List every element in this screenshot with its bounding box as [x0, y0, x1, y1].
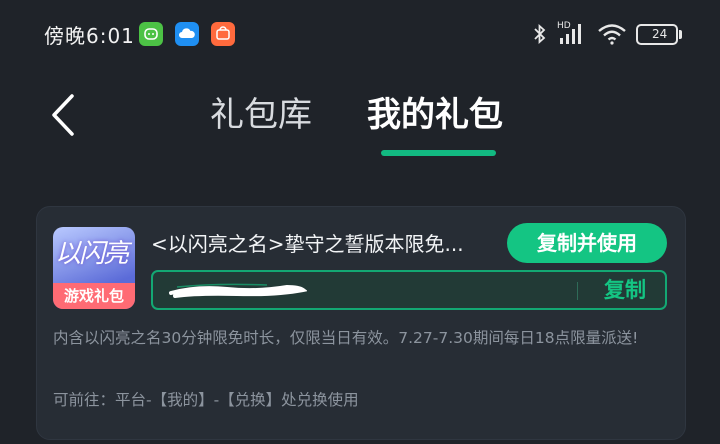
gift-title: <以闪亮之名>挚守之誓版本限免...: [151, 232, 464, 256]
copy-code-button[interactable]: 复制: [589, 272, 661, 308]
back-button[interactable]: [46, 92, 86, 138]
copy-and-use-button[interactable]: 复制并使用: [507, 223, 667, 263]
battery-icon: 24: [636, 24, 678, 45]
code-divider: [577, 282, 578, 300]
gift-card: 以闪亮 游戏礼包 <以闪亮之名>挚守之誓版本限免... 复制并使用 复制 内含以…: [36, 206, 686, 440]
wifi-icon: [596, 22, 628, 50]
battery-level: 24: [652, 27, 668, 41]
status-time: 傍晚6:01: [44, 24, 135, 48]
tab-gift-library[interactable]: 礼包库: [210, 92, 312, 138]
chevron-left-icon: [52, 94, 74, 136]
thumbnail-banner: 游戏礼包: [53, 283, 135, 309]
gift-description: 内含以闪亮之名30分钟限免时长，仅限当日有效。7.27-7.30期间每日18点限…: [53, 329, 639, 347]
battery-cap: [679, 30, 682, 39]
active-tab-indicator: [381, 150, 496, 156]
tab-my-gifts[interactable]: 我的礼包: [367, 92, 503, 138]
signal-icon: HD: [556, 18, 588, 46]
store-app-icon: [211, 22, 235, 46]
status-bar: 傍晚6:01 HD 24: [0, 0, 720, 68]
game-thumbnail: 以闪亮 游戏礼包: [53, 227, 135, 309]
network-type-label: HD: [557, 21, 571, 31]
redacted-code-scribble: [169, 283, 307, 298]
gift-code-field[interactable]: 复制: [151, 270, 667, 310]
bluetooth-icon: [532, 22, 548, 50]
thumbnail-title: 以闪亮: [55, 239, 129, 269]
notification-app-icon: [139, 22, 163, 46]
redeem-hint: 可前往：平台-【我的】-【兑换】处兑换使用: [53, 391, 359, 409]
cloud-app-icon: [175, 22, 199, 46]
